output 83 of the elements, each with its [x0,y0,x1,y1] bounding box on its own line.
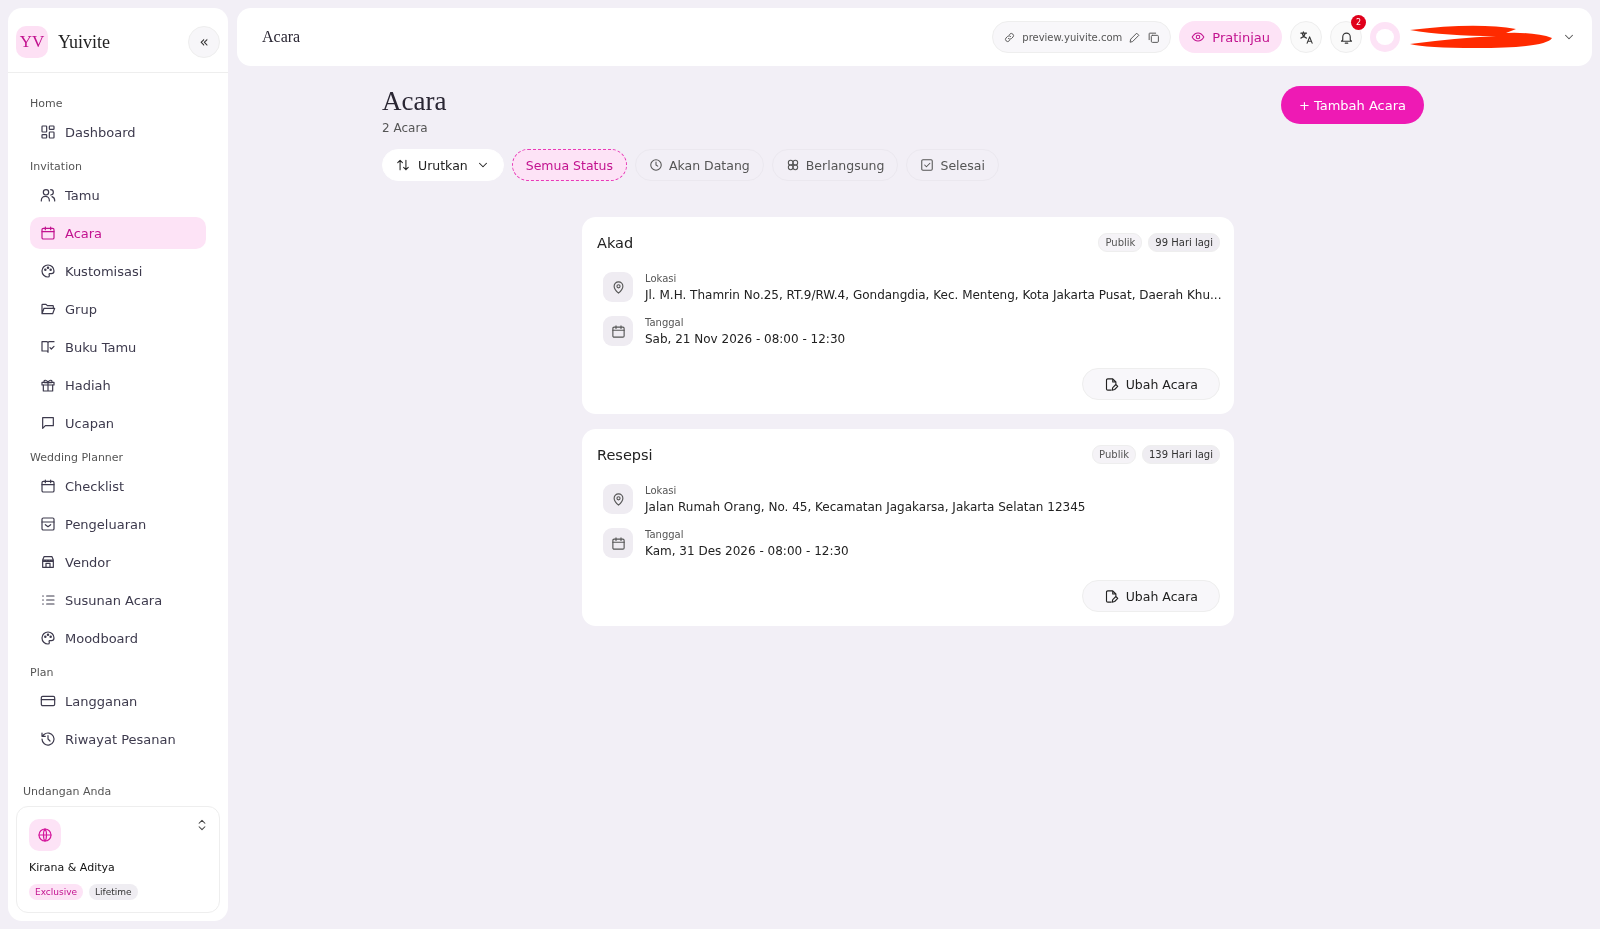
sidebar-item[interactable]: Checklist [30,470,206,502]
preview-button[interactable]: Pratinjau [1179,21,1282,53]
date-text: Sab, 21 Nov 2026 - 08:00 - 12:30 [645,331,846,346]
book-icon [40,339,56,355]
sidebar-item[interactable]: Riwayat Pesanan [30,723,206,755]
date-text: Kam, 31 Des 2026 - 08:00 - 12:30 [645,543,849,558]
grid-icon [40,124,56,140]
link-icon [1003,30,1017,44]
sidebar-item[interactable]: Moodboard [30,622,206,654]
history-icon [40,731,56,747]
filter-chip[interactable]: Semua Status [511,149,627,181]
event-name: Resepsi [597,446,654,463]
sidebar-item[interactable]: Grup [30,293,206,325]
visibility-tag: Publik [1092,445,1136,464]
card-icon [40,693,56,709]
translate-icon [1298,29,1314,45]
sidebar-item[interactable]: Pengeluaran [30,508,206,540]
location-text: Jalan Rumah Orang, No. 45, Kecamatan Jagakarsa, Jakarta Selatan 12345 [645,499,1086,514]
section-heading: Home [30,97,64,110]
url-field[interactable]: preview.yuivite.com [992,21,1172,53]
sidebar-item[interactable]: Dashboard [30,116,206,148]
sidebar-item[interactable]: Buku Tamu [30,331,206,363]
brand-name: Yuivite [58,31,111,53]
sidebar-item[interactable]: Tamu [30,179,206,211]
sidebar-item[interactable]: Kustomisasi [30,255,206,287]
globe-icon [37,827,53,843]
gift-icon [40,377,56,393]
calendar-glyph [610,535,626,551]
users-icon [40,187,56,203]
add-event-button[interactable]: + Tambah Acara [1280,86,1424,124]
clock-icon [648,158,663,172]
section-heading: Undangan Anda [22,785,113,800]
section-heading: Wedding Planner [30,451,125,464]
bell-icon [1338,29,1354,45]
location-text: Jl. M.H. Thamrin No.25, RT.9/RW.4, Gondangdia, Kec. Menteng, Kota Jakarta Pusat, Daerah Khu... [645,287,1222,302]
edit-icon [1103,376,1119,392]
sort-icon [396,158,410,172]
field-label: Lokasi [645,272,678,284]
calendar-icon [40,478,56,494]
sidebar-item[interactable]: Langganan [30,685,206,717]
sort-button[interactable]: Urutkan [382,149,504,181]
brand-logo: YV [16,26,48,58]
palette-icon [40,630,56,646]
calendar-icon [40,225,56,241]
folder-icon [40,301,56,317]
invitation-name: Kirana & Aditya [29,861,116,874]
palette-icon [40,263,56,279]
eye-icon [1191,30,1206,44]
translate-button[interactable] [1290,21,1322,53]
page-title: Acara [382,86,447,117]
message-icon [40,415,56,431]
countdown-tag: 99 Hari lagi [1148,233,1220,252]
sidebar-item[interactable]: Vendor [30,546,206,578]
visibility-tag: Publik [1098,233,1143,252]
sidebar-item[interactable]: Hadiah [30,369,206,401]
edit-event-button[interactable]: Ubah Acara [1081,368,1220,400]
sidebar-item[interactable]: Susunan Acara [30,584,206,616]
calendar-glyph [610,323,626,339]
countdown-tag: 139 Hari lagi [1142,445,1220,464]
field-label: Tanggal [645,528,685,540]
plan-tag: Lifetime [89,884,138,900]
invitation-card[interactable]: Kirana & Aditya Exclusive Lifetime [16,806,220,913]
field-label: Tanggal [645,316,685,328]
edit-icon [1103,588,1119,604]
plan-tag: Exclusive [29,884,84,900]
section-heading: Invitation [30,160,83,173]
event-name: Akad [597,234,635,251]
notification-badge: 2 [1351,15,1366,30]
flower-icon [785,158,800,172]
store-icon [40,554,56,570]
checkbox-icon [920,158,935,172]
edit-event-button[interactable]: Ubah Acara [1081,580,1220,612]
sidebar-item[interactable]: Ucapan [30,407,206,439]
list-icon [40,592,56,608]
page-heading: Acara [262,28,302,46]
copy-icon [1147,30,1161,44]
box-icon [40,516,56,532]
field-label: Lokasi [645,484,678,496]
event-count: 2 Acara [382,121,429,135]
collapse-button[interactable]: « [188,26,220,58]
section-heading: Plan [30,666,55,679]
pencil-icon [1128,30,1142,44]
sidebar-item[interactable]: Acara [30,217,206,249]
